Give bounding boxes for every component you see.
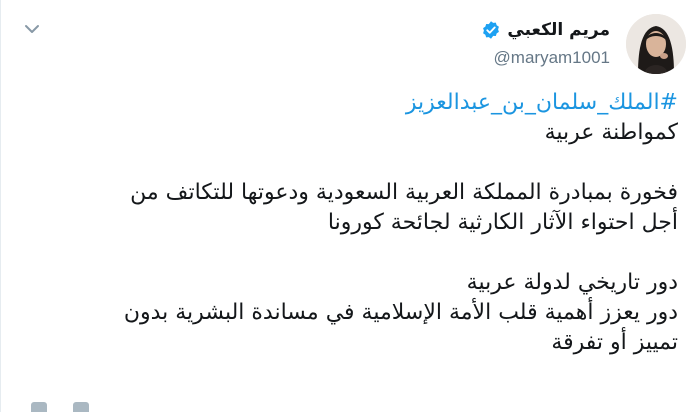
chevron-down-icon[interactable] xyxy=(21,18,43,40)
tweet-text: #الملك_سلمان_بن_عبدالعزيز كمواطنة عربية … xyxy=(38,88,678,358)
tweet-line: دور يعزز أهمية قلب الأمة الإسلامية في مس… xyxy=(123,300,678,325)
action-bar-partial xyxy=(31,402,111,412)
retweet-icon[interactable] xyxy=(73,402,89,412)
author-handle[interactable]: @maryam1001 xyxy=(494,48,610,68)
author-display-name[interactable]: مريم الكعبي xyxy=(507,20,610,40)
avatar[interactable] xyxy=(626,14,686,74)
tweet-card: مريم الكعبي @maryam1001 #الملك_سلمان_بن_… xyxy=(0,0,700,412)
hashtag-link[interactable]: #الملك_سلمان_بن_عبدالعزيز xyxy=(406,90,678,115)
tweet-line: كمواطنة عربية xyxy=(544,120,678,145)
author-name-row: مريم الكعبي xyxy=(481,20,610,40)
tweet-line: تمييز أو تفرقة xyxy=(551,330,678,355)
tweet-line: أجل احتواء الآثار الكارثية لجائحة كورونا xyxy=(327,210,678,235)
tweet-line: دور تاريخي لدولة عربية xyxy=(466,270,678,295)
reply-icon[interactable] xyxy=(31,402,47,412)
verified-badge-icon xyxy=(481,20,501,40)
tweet-line: فخورة بمبادرة المملكة العربية السعودية و… xyxy=(130,180,678,205)
